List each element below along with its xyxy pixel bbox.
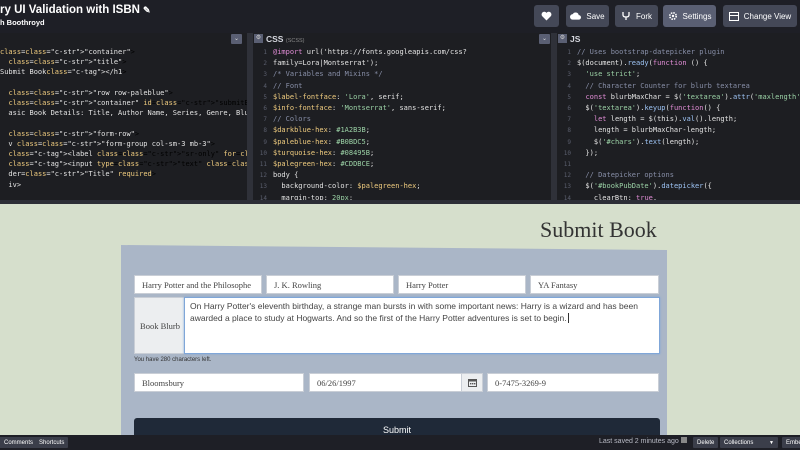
embed-button[interactable]: Embe: [782, 437, 800, 448]
js-code[interactable]: 1// Uses bootstrap-datepicker plugin 2 $(…: [557, 47, 800, 200]
publisher-input[interactable]: Bloomsbury: [134, 373, 304, 392]
collections-dropdown[interactable]: Collections ▼: [720, 437, 778, 448]
js-gear-icon[interactable]: ⚙: [558, 34, 567, 43]
top-bar: ry UI Validation with ISBN ✎ h Boothroyd …: [0, 0, 800, 33]
cloud-icon: [570, 12, 582, 20]
last-saved-status: Last saved 2 minutes ago: [599, 437, 687, 445]
css-gear-icon[interactable]: ⚙: [254, 34, 263, 43]
css-editor[interactable]: ⚙ CSS (SCSS) ⌄ 1 @import url('https://fon…: [253, 33, 551, 200]
blurb-textarea[interactable]: On Harry Potter's eleventh birthday, a s…: [184, 297, 660, 354]
series-input[interactable]: Harry Potter: [398, 275, 526, 294]
css-editor-label: CSS (SCSS): [266, 34, 305, 44]
comments-button[interactable]: Comments: [0, 437, 38, 448]
pub-date-input[interactable]: 06/26/1997: [309, 373, 462, 392]
shortcuts-button[interactable]: Shortcuts: [35, 437, 69, 448]
editor-divider-2[interactable]: [551, 33, 557, 200]
character-counter: You have 280 characters left.: [134, 357, 212, 363]
change-view-button[interactable]: Change View: [723, 5, 797, 27]
heart-icon: [541, 11, 552, 21]
edit-pencil-icon[interactable]: ✎: [143, 5, 151, 15]
calendar-icon: [467, 379, 477, 387]
save-status-icon: [680, 437, 687, 443]
fork-icon: [622, 12, 630, 20]
blurb-label: Book Blurb: [134, 297, 186, 354]
calendar-button[interactable]: [461, 373, 483, 392]
css-editor-header: ⚙ CSS (SCSS) ⌄: [253, 33, 551, 45]
settings-button[interactable]: Settings: [663, 5, 716, 27]
chevron-down-icon: ▼: [769, 439, 774, 446]
html-code[interactable]: class=class="c-str">"container"> class=c…: [0, 47, 247, 190]
css-code[interactable]: 1 @import url('https://fonts.googleapis.c…: [253, 47, 551, 200]
blurb-text: On Harry Potter's eleventh birthday, a s…: [190, 301, 638, 323]
html-editor[interactable]: ⌄ class=class="c-str">"container"> class…: [0, 33, 247, 200]
heart-button[interactable]: [534, 5, 559, 27]
delete-button[interactable]: Delete: [693, 437, 719, 448]
editor-panels: ⌄ class=class="c-str">"container"> class…: [0, 33, 800, 200]
page-title: Submit Book: [540, 217, 657, 242]
author-name[interactable]: h Boothroyd: [0, 18, 45, 27]
js-editor[interactable]: ⚙ JS 1// Uses bootstrap-datepicker plugi…: [557, 33, 800, 200]
isbn-input[interactable]: 0-7475-3269-9: [487, 373, 659, 392]
genre-input[interactable]: YA Fantasy: [530, 275, 659, 294]
fork-button[interactable]: Fork: [615, 5, 658, 27]
editor-divider-1[interactable]: [247, 33, 253, 200]
js-editor-header: ⚙ JS: [557, 33, 800, 45]
author-input[interactable]: J. K. Rowling: [266, 275, 394, 294]
pen-title[interactable]: ry UI Validation with ISBN ✎: [0, 4, 150, 16]
js-editor-label: JS: [570, 34, 581, 44]
gear-icon: [668, 11, 677, 21]
html-collapse-button[interactable]: ⌄: [231, 34, 242, 44]
save-button[interactable]: Save: [566, 5, 609, 27]
footer-bar: Comments Shortcuts Last saved 2 minutes …: [0, 435, 800, 450]
layout-icon: [728, 11, 739, 21]
html-editor-header: ⌄: [0, 33, 247, 45]
book-title-input[interactable]: Harry Potter and the Philosophe: [134, 275, 262, 294]
css-collapse-button[interactable]: ⌄: [539, 34, 550, 44]
